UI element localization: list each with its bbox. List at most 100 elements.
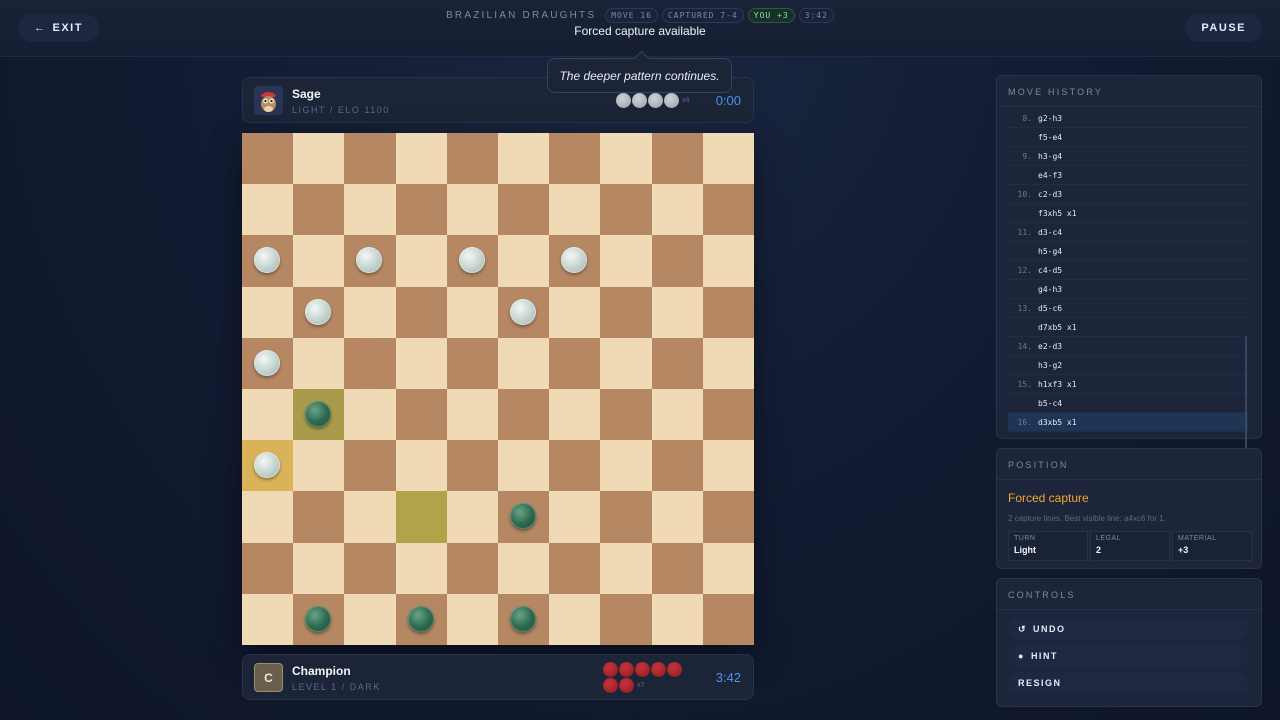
square-j10[interactable] xyxy=(702,133,754,185)
square-h4[interactable] xyxy=(600,440,652,492)
dark-piece[interactable] xyxy=(305,605,332,632)
light-piece[interactable] xyxy=(561,247,588,274)
hint-button[interactable]: ● HINT xyxy=(1008,645,1248,667)
square-j7[interactable] xyxy=(702,286,754,338)
square-f8[interactable] xyxy=(498,235,550,287)
square-a2[interactable] xyxy=(242,542,294,594)
square-d3[interactable] xyxy=(395,491,447,543)
square-h1[interactable] xyxy=(600,593,652,645)
square-f2[interactable] xyxy=(498,542,550,594)
square-f9[interactable] xyxy=(498,184,550,236)
square-a7[interactable] xyxy=(242,286,294,338)
square-e6[interactable] xyxy=(446,337,498,389)
square-c6[interactable] xyxy=(344,337,396,389)
resign-button[interactable]: RESIGN xyxy=(1008,672,1248,694)
square-c8[interactable] xyxy=(344,235,396,287)
square-a1[interactable] xyxy=(242,593,294,645)
square-b6[interactable] xyxy=(293,337,345,389)
square-g6[interactable] xyxy=(549,337,601,389)
history-row[interactable]: 10. c2-d3 xyxy=(1008,185,1248,204)
square-b9[interactable] xyxy=(293,184,345,236)
square-i7[interactable] xyxy=(651,286,703,338)
square-i3[interactable] xyxy=(651,491,703,543)
square-c10[interactable] xyxy=(344,133,396,185)
history-row[interactable]: f5-e4 xyxy=(1008,128,1248,147)
square-c9[interactable] xyxy=(344,184,396,236)
square-d8[interactable] xyxy=(395,235,447,287)
light-piece[interactable] xyxy=(254,247,280,274)
square-c5[interactable] xyxy=(344,389,396,441)
square-d10[interactable] xyxy=(395,133,447,185)
light-piece[interactable] xyxy=(254,452,280,479)
square-j8[interactable] xyxy=(702,235,754,287)
square-g5[interactable] xyxy=(549,389,601,441)
square-e3[interactable] xyxy=(446,491,498,543)
square-b7[interactable] xyxy=(293,286,345,338)
square-g2[interactable] xyxy=(549,542,601,594)
square-g7[interactable] xyxy=(549,286,601,338)
square-j9[interactable] xyxy=(702,184,754,236)
square-e1[interactable] xyxy=(446,593,498,645)
history-row[interactable]: 14. e2-d3 xyxy=(1008,337,1248,356)
square-h7[interactable] xyxy=(600,286,652,338)
square-a8[interactable] xyxy=(242,235,294,287)
square-f7[interactable] xyxy=(498,286,550,338)
square-h2[interactable] xyxy=(600,542,652,594)
square-a9[interactable] xyxy=(242,184,294,236)
history-row[interactable]: 12. c4-d5 xyxy=(1008,261,1248,280)
history-row[interactable]: h5-g4 xyxy=(1008,242,1248,261)
square-j1[interactable] xyxy=(702,593,754,645)
square-g10[interactable] xyxy=(549,133,601,185)
square-i10[interactable] xyxy=(651,133,703,185)
square-c1[interactable] xyxy=(344,593,396,645)
square-d7[interactable] xyxy=(395,286,447,338)
square-f3[interactable] xyxy=(498,491,550,543)
square-f4[interactable] xyxy=(498,440,550,492)
square-i8[interactable] xyxy=(651,235,703,287)
square-e4[interactable] xyxy=(446,440,498,492)
square-i4[interactable] xyxy=(651,440,703,492)
square-e7[interactable] xyxy=(446,286,498,338)
square-c3[interactable] xyxy=(344,491,396,543)
square-d2[interactable] xyxy=(395,542,447,594)
square-a4[interactable] xyxy=(242,440,294,492)
square-a10[interactable] xyxy=(242,133,294,185)
history-row[interactable]: e4-f3 xyxy=(1008,166,1248,185)
square-e8[interactable] xyxy=(446,235,498,287)
square-f10[interactable] xyxy=(498,133,550,185)
history-row[interactable]: 9. h3-g4 xyxy=(1008,147,1248,166)
move-history-list[interactable]: 8. g2-h3 f5-e4 9. h3-g4 e4-f3 10. c2-d3 f3xh5 x1… xyxy=(1008,109,1248,434)
square-a3[interactable] xyxy=(242,491,294,543)
history-row[interactable]: 15. h1xf3 x1 xyxy=(1008,375,1248,394)
square-c2[interactable] xyxy=(344,542,396,594)
square-e5[interactable] xyxy=(446,389,498,441)
history-row[interactable]: b5-c4 xyxy=(1008,394,1248,413)
square-g1[interactable] xyxy=(549,593,601,645)
square-b3[interactable] xyxy=(293,491,345,543)
history-row[interactable]: 8. g2-h3 xyxy=(1008,109,1248,128)
history-row[interactable]: d7xb5 x1 xyxy=(1008,318,1248,337)
square-c4[interactable] xyxy=(344,440,396,492)
square-a6[interactable] xyxy=(242,337,294,389)
square-f6[interactable] xyxy=(498,337,550,389)
history-row[interactable]: h3-g2 xyxy=(1008,356,1248,375)
square-d6[interactable] xyxy=(395,337,447,389)
light-piece[interactable] xyxy=(254,349,280,376)
undo-button[interactable]: ↺ UNDO xyxy=(1008,618,1248,640)
square-h3[interactable] xyxy=(600,491,652,543)
light-piece[interactable] xyxy=(458,247,485,274)
square-i5[interactable] xyxy=(651,389,703,441)
history-row[interactable]: f3xh5 x1 xyxy=(1008,204,1248,223)
square-f1[interactable] xyxy=(498,593,550,645)
square-e2[interactable] xyxy=(446,542,498,594)
light-piece[interactable] xyxy=(305,298,332,325)
square-h6[interactable] xyxy=(600,337,652,389)
dark-piece[interactable] xyxy=(510,503,536,530)
dark-piece[interactable] xyxy=(407,605,434,632)
square-h10[interactable] xyxy=(600,133,652,185)
square-d4[interactable] xyxy=(395,440,447,492)
square-j2[interactable] xyxy=(702,542,754,594)
square-j3[interactable] xyxy=(702,491,754,543)
square-g4[interactable] xyxy=(549,440,601,492)
square-d9[interactable] xyxy=(395,184,447,236)
